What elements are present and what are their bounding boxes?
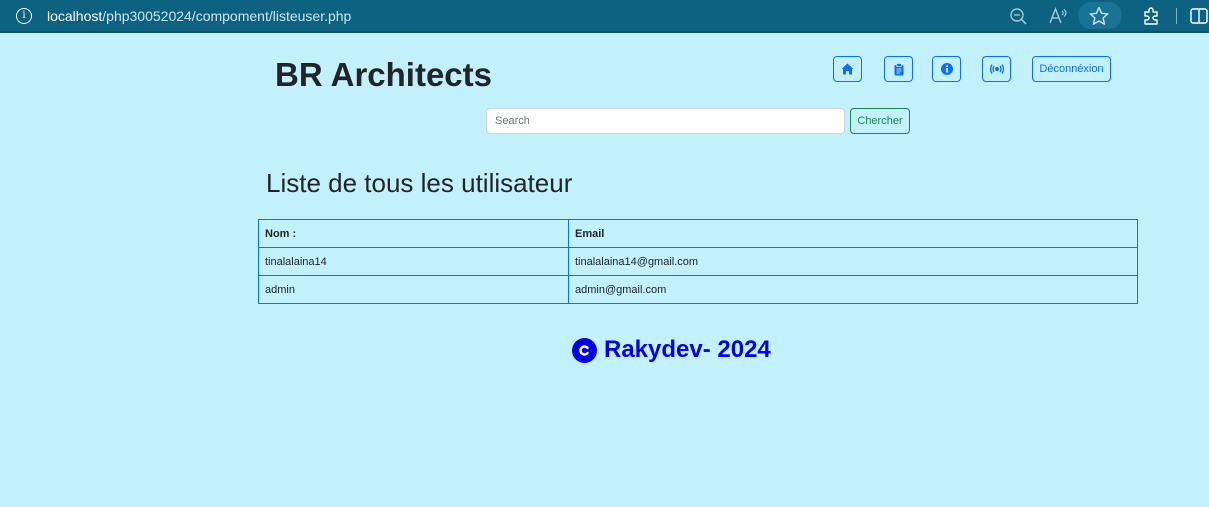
user-email-cell: tinalalaina14@gmail.com — [568, 247, 1138, 276]
zoom-out-icon[interactable] — [1007, 5, 1029, 27]
address-bar[interactable]: localhost/php30052024/compoment/listeuse… — [47, 8, 351, 24]
user-name-cell: tinalalaina14 — [258, 247, 569, 276]
search-button[interactable]: Chercher — [850, 108, 910, 134]
brand-title[interactable]: BR Architects — [275, 56, 492, 94]
info-icon — [940, 63, 953, 75]
extensions-icon[interactable] — [1140, 5, 1162, 27]
home-button[interactable] — [833, 56, 862, 82]
footer-text: Rakydev- 2024 — [604, 336, 771, 363]
table-row: tinalalaina14 tinalalaina14@gmail.com — [258, 247, 1138, 276]
clipboard-icon — [894, 62, 903, 75]
table-row: admin admin@gmail.com — [258, 275, 1138, 304]
favorite-star-icon[interactable] — [1088, 5, 1110, 27]
contact-icon — [989, 64, 1004, 74]
split-screen-icon[interactable] — [1188, 5, 1209, 27]
search-input[interactable] — [486, 108, 845, 134]
users-table: Nom : Email tinalalaina14 tinalalaina14@… — [258, 219, 1138, 304]
footer: Rakydev- 2024 — [572, 336, 771, 364]
user-email-cell: admin@gmail.com — [568, 275, 1138, 304]
browser-toolbar: i localhost/php30052024/compoment/listeu… — [0, 0, 1209, 33]
toolbar-divider — [1176, 8, 1177, 24]
user-name-cell: admin — [258, 275, 569, 304]
read-aloud-icon[interactable] — [1047, 5, 1069, 27]
site-info-icon[interactable]: i — [16, 8, 32, 24]
table-header-row: Nom : Email — [258, 219, 1138, 248]
column-header-name: Nom : — [258, 219, 569, 248]
contact-button[interactable] — [982, 56, 1011, 82]
copyright-icon — [572, 337, 597, 363]
home-icon — [841, 63, 854, 75]
logout-button[interactable]: Déconnéxion — [1032, 56, 1111, 82]
url-host: localhost — [47, 8, 103, 24]
clipboard-button[interactable] — [884, 56, 913, 82]
column-header-email: Email — [568, 219, 1138, 248]
url-path: /php30052024/compoment/listeuser.php — [102, 8, 352, 24]
page-title: Liste de tous les utilisateur — [266, 168, 573, 198]
info-button[interactable] — [932, 56, 961, 82]
